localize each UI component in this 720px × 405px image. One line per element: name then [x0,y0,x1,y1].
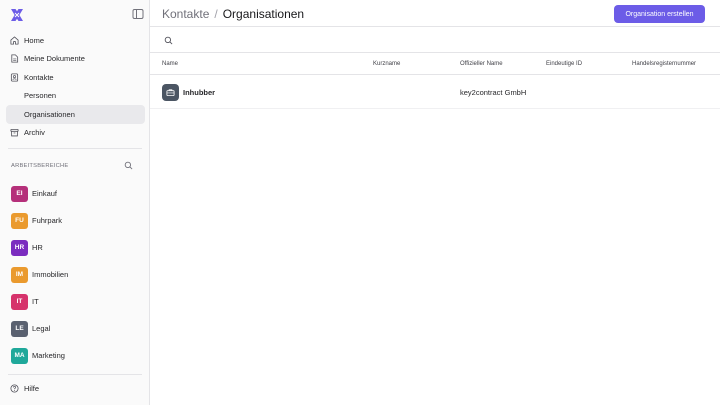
sidebar-divider [8,374,142,375]
workspace-label: HR [32,243,43,252]
home-icon [10,36,19,45]
briefcase-icon [166,89,175,97]
workspace-item-immobilien[interactable]: IM Immobilien [11,261,68,288]
workspace-label: Fuhrpark [32,216,63,225]
workspace-item-einkauf[interactable]: EI Einkauf [11,180,68,207]
sidebar-item-contacts[interactable]: Kontakte [6,68,145,87]
sidebar-nav: Home Meine Dokumente Kontakte Personen O… [6,31,145,142]
sidebar-item-home[interactable]: Home [6,31,145,50]
workspace-badge: LE [11,320,28,337]
breadcrumb-parent[interactable]: Kontakte [162,7,209,21]
workspace-list: EI Einkauf FU Fuhrpark HR HR IM Immobili… [11,180,68,369]
organisation-official-name: key2contract GmbH [460,88,527,97]
sidebar-item-label: Archiv [24,128,45,138]
column-header-short-name[interactable]: Kurzname [373,61,400,67]
create-organisation-button[interactable]: Organisation erstellen [614,5,705,23]
organisation-name: Inhubber [183,88,216,97]
workspace-label: Legal [32,324,51,333]
workspace-badge: FU [11,212,28,229]
workspace-item-hr[interactable]: HR HR [11,234,68,261]
sidebar: Home Meine Dokumente Kontakte Personen O… [0,0,150,405]
sidebar-divider [8,148,142,149]
help-icon [10,384,19,393]
top-bar: Kontakte / Organisationen Organisation e… [150,0,720,27]
organisation-avatar [162,84,179,101]
search-icon[interactable] [124,161,133,170]
app-logo-icon[interactable] [10,8,24,22]
sidebar-item-organisations[interactable]: Organisationen [6,105,145,124]
column-header-register-number[interactable]: Handelsregisternummer [632,61,696,67]
help-label: Hilfe [24,384,40,393]
sidebar-item-label: Meine Dokumente [24,54,85,64]
workspace-badge: HR [11,239,28,256]
workspace-badge: IT [11,293,28,310]
search-input[interactable] [180,33,580,47]
main-content: Kontakte / Organisationen Organisation e… [150,0,720,405]
workspace-item-fuhrpark[interactable]: FU Fuhrpark [11,207,68,234]
workspace-item-it[interactable]: IT IT [11,288,68,315]
workspace-item-legal[interactable]: LE Legal [11,315,68,342]
sidebar-item-label: Kontakte [24,72,54,82]
sidebar-item-label: Personen [24,91,57,101]
help-link[interactable]: Hilfe [10,384,39,393]
workspace-badge: IM [11,266,28,283]
archive-icon [10,129,19,137]
search-bar [150,27,720,53]
sidebar-collapse-icon[interactable] [132,8,144,20]
workspaces-header: ARBEITSBEREICHE [11,161,133,170]
search-icon [164,36,173,45]
workspace-label: IT [32,297,39,306]
sidebar-item-label: Organisationen [24,109,75,119]
sidebar-item-my-documents[interactable]: Meine Dokumente [6,50,145,69]
breadcrumb: Kontakte / Organisationen [162,7,304,21]
page-title: Organisationen [222,7,305,21]
workspace-label: Marketing [32,351,65,360]
workspace-badge: MA [11,347,28,364]
table-row[interactable]: Inhubber key2contract GmbH [150,75,720,109]
contacts-icon [10,73,19,82]
workspace-badge: EI [11,185,28,202]
sidebar-item-archive[interactable]: Archiv [6,124,145,143]
workspace-label: Immobilien [32,270,69,279]
sidebar-item-label: Home [24,35,45,45]
workspace-label: Einkauf [32,189,58,198]
column-header-official-name[interactable]: Offizieller Name [460,61,503,67]
column-header-name[interactable]: Name [162,61,178,67]
table-header: Name Kurzname Offizieller Name Eindeutig… [150,53,720,75]
breadcrumb-separator: / [214,7,218,21]
document-icon [11,54,19,63]
column-header-unique-id[interactable]: Eindeutige ID [546,61,582,67]
workspace-item-marketing[interactable]: MA Marketing [11,342,68,369]
workspaces-title: ARBEITSBEREICHE [11,162,69,169]
sidebar-item-persons[interactable]: Personen [6,87,145,106]
